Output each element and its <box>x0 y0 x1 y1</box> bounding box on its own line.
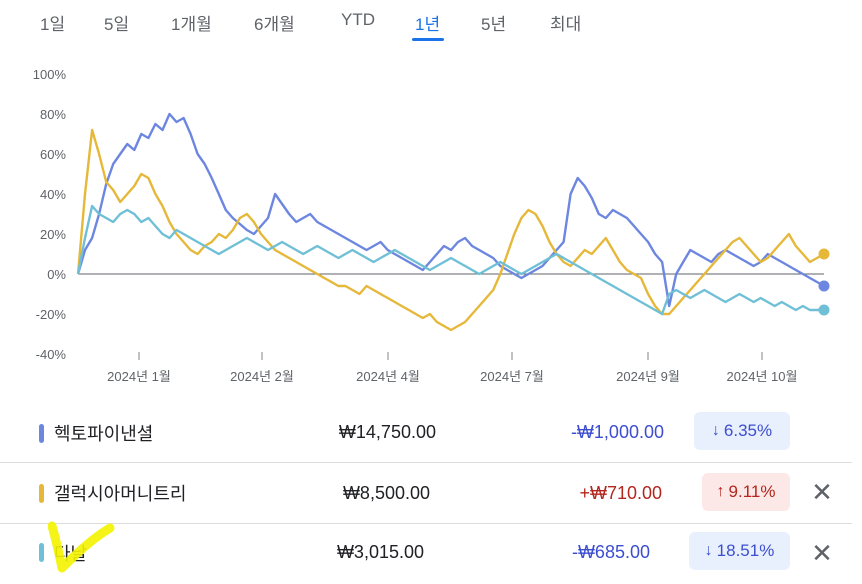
active-tab-underline <box>412 38 444 41</box>
y-tick-label: 20% <box>40 227 66 242</box>
tab-ytd[interactable]: YTD <box>341 10 375 30</box>
tab-max[interactable]: 최대 <box>550 10 581 35</box>
percent-badge: ↑ 9.11% <box>702 473 790 511</box>
percent-badge: ↓ 18.51% <box>689 532 790 570</box>
tab-1y[interactable]: 1년 <box>415 10 440 35</box>
stock-price: ₩14,750.00 <box>338 422 436 442</box>
arrow-down-icon: ↓ <box>704 542 713 559</box>
stock-row-1[interactable]: 헥토파이낸셜 ₩14,750.00 -₩1,000.00 ↓ 6.35% <box>0 402 852 462</box>
x-tick-label: 2024년 4월 <box>356 369 420 384</box>
x-tick-label: 2024년 10월 <box>727 369 798 384</box>
tab-1m[interactable]: 1개월 <box>171 10 212 35</box>
x-tick-label: 2024년 2월 <box>230 369 294 384</box>
stock-name: 갤럭시아머니트리 <box>54 484 187 504</box>
arrow-down-icon: ↓ <box>711 422 720 439</box>
tab-5y[interactable]: 5년 <box>481 10 506 35</box>
percent-value: 18.51% <box>716 541 775 560</box>
range-tabs: 1일 5일 1개월 6개월 YTD 1년 5년 최대 <box>0 0 862 44</box>
x-tick-label: 2024년 9월 <box>616 369 680 384</box>
stock-change: -₩685.00 <box>571 542 650 562</box>
stock-price: ₩8,500.00 <box>342 483 430 503</box>
y-tick-label: 60% <box>40 147 66 162</box>
highlight-check-mark <box>48 521 115 573</box>
percent-value: 9.11% <box>728 482 776 501</box>
percent-badge: ↓ 6.35% <box>694 412 790 450</box>
stock-change: -₩1,000.00 <box>570 422 664 442</box>
stock-price: ₩3,015.00 <box>336 542 424 562</box>
stock-change: +₩710.00 <box>579 483 662 503</box>
tab-5d[interactable]: 5일 <box>104 10 129 35</box>
x-tick-label: 2024년 1월 <box>107 369 171 384</box>
percent-value: 6.35% <box>723 421 773 440</box>
series-end-marker-1 <box>818 280 830 292</box>
y-tick-label: -40% <box>36 347 67 362</box>
tab-6m[interactable]: 6개월 <box>254 10 295 35</box>
stock-name: 헥토파이낸셜 <box>54 424 154 444</box>
stock-row-2[interactable]: 갤럭시아머니트리 ₩8,500.00 +₩710.00 ↑ 9.11% ✕ <box>0 463 852 523</box>
comparison-chart: 100% 80% 60% 40% 20% 0% -20% -40% 2024년 1월 2024년 … <box>33 67 830 384</box>
y-tick-label: 100% <box>33 67 67 82</box>
series-color-marker <box>39 543 44 562</box>
tab-1d[interactable]: 1일 <box>40 10 65 35</box>
arrow-up-icon: ↑ <box>716 483 725 500</box>
remove-stock-button[interactable]: ✕ <box>808 539 836 567</box>
y-tick-label: 80% <box>40 107 66 122</box>
y-tick-label: 40% <box>40 187 66 202</box>
remove-stock-button[interactable]: ✕ <box>808 478 836 506</box>
series-line-1 <box>76 112 825 308</box>
y-tick-label: 0% <box>47 267 66 282</box>
series-end-marker-2 <box>818 248 830 260</box>
y-tick-label: -20% <box>36 307 67 322</box>
series-color-marker <box>39 424 44 443</box>
series-end-marker-3 <box>818 304 830 316</box>
stock-row-3[interactable]: 다날 ₩3,015.00 -₩685.00 ↓ 18.51% ✕ <box>0 524 852 584</box>
x-tick-label: 2024년 7월 <box>480 369 544 384</box>
series-line-2 <box>76 128 825 332</box>
series-color-marker <box>39 484 44 503</box>
